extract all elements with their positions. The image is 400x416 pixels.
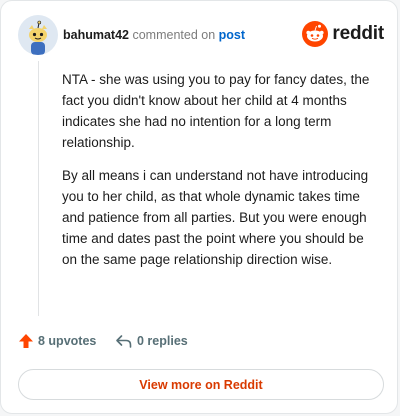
upvote-button[interactable]: 8 upvotes <box>18 333 96 349</box>
action-text: commented on <box>132 28 216 42</box>
view-more-button[interactable]: View more on Reddit <box>18 369 384 400</box>
reddit-snoo-icon <box>302 21 329 47</box>
upvote-arrow-icon <box>19 334 33 348</box>
user-avatar-icon[interactable] <box>18 15 58 55</box>
thread-line <box>38 61 39 316</box>
comment-paragraph: By all means i can understand not have i… <box>62 168 369 267</box>
comment-actions: 8 upvotes 0 replies <box>18 333 384 353</box>
post-link[interactable]: post <box>219 28 245 42</box>
reddit-logo[interactable]: reddit <box>302 21 384 47</box>
comment-embed-card: bahumat42 commented on post reddit NTA -… <box>0 0 398 414</box>
comment-body: NTA - she was using you to pay for fancy… <box>62 69 374 282</box>
reply-arrow-icon <box>116 335 132 348</box>
reply-button[interactable]: 0 replies <box>115 333 188 349</box>
comment-header: bahumat42 commented on post reddit <box>18 15 384 55</box>
comment-paragraph: NTA - she was using you to pay for fancy… <box>62 72 370 150</box>
reply-count: 0 replies <box>137 334 188 348</box>
upvote-count: 8 upvotes <box>38 334 97 348</box>
comment-byline: bahumat42 commented on post <box>63 28 245 42</box>
reddit-wordmark: reddit <box>332 23 384 44</box>
username-link[interactable]: bahumat42 <box>63 28 129 42</box>
